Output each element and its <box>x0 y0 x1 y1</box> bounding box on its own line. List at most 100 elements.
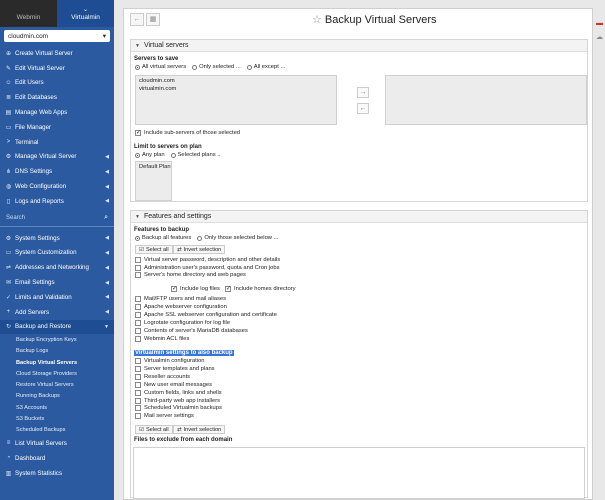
server-option[interactable]: cloudmin.com <box>136 78 336 86</box>
feature-checkbox[interactable]: Server templates and plans <box>135 365 215 372</box>
sidebar-item-list-virtual-servers[interactable]: ≡ List Virtual Servers <box>0 436 114 451</box>
feature-checkbox[interactable]: Virtual server password, description and… <box>135 257 280 263</box>
plus-circle-icon: ⊕ <box>5 50 12 57</box>
include-subservers-checkbox[interactable]: Include sub-servers of those selected <box>135 129 240 136</box>
server-option[interactable]: virtualmin.com <box>136 86 336 94</box>
sidebar-item-dashboard[interactable]: ◔ Dashboard <box>0 451 114 466</box>
feature-checkbox[interactable]: Mail server settings <box>135 413 194 420</box>
invert-settings-button[interactable]: ⇄ Invert selection <box>173 425 226 434</box>
sidebar-item-add-servers[interactable]: + Add Servers ◀ <box>0 305 114 320</box>
sidebar-item-manage-virtual-server[interactable]: ⚙ Manage Virtual Server ◀ <box>0 150 114 165</box>
feature-checkbox[interactable]: Virtualmin configuration <box>135 358 204 364</box>
arrow-left-icon: ← <box>133 16 141 23</box>
globe-icon: ◍ <box>5 184 12 191</box>
sidebar-item-limits-and-validation[interactable]: ✓ Limits and Validation ◀ <box>0 290 114 305</box>
feature-checkbox[interactable]: Reseller accounts <box>135 373 190 380</box>
radio-all-servers[interactable] <box>135 64 140 70</box>
sidebar-subitem-scheduled-backups[interactable]: Scheduled Backups <box>0 425 114 436</box>
cloud-icon[interactable]: ☁ <box>594 32 605 43</box>
radio-selected-features[interactable] <box>197 235 203 241</box>
move-right-button[interactable]: → <box>357 87 369 98</box>
feature-checkbox[interactable]: Custom fields, links and shells <box>135 389 222 396</box>
sidebar-subitem-backup-encryption-keys[interactable]: Backup Encryption Keys <box>0 334 114 345</box>
sidebar-subitem-backup-virtual-servers[interactable]: Backup Virtual Servers <box>0 357 114 368</box>
chevron-left-icon: ◀ <box>105 183 109 190</box>
grid-button[interactable]: ▦ <box>146 13 160 26</box>
sidebar-item-addresses-and-networking[interactable]: ⇌ Addresses and Networking ◀ <box>0 260 114 275</box>
features-to-backup-label: Features to backup <box>134 227 190 233</box>
chevron-left-icon: ◀ <box>105 235 109 242</box>
features-panel: ▼ Features and settings Features to back… <box>130 210 588 499</box>
flag-icon[interactable]: ▬ <box>594 18 605 29</box>
chart-icon: ▥ <box>5 470 12 477</box>
tab-webmin[interactable]: Webmin <box>0 0 57 27</box>
select-all-button[interactable]: ☑ Select all <box>135 245 173 254</box>
sidebar-item-system-customization[interactable]: ▭ System Customization ◀ <box>0 246 114 261</box>
include-homes-checkbox[interactable]: Include homes directory <box>225 285 296 292</box>
radio-any-plan[interactable] <box>135 152 140 158</box>
sidebar-item-terminal[interactable]: > Terminal <box>0 135 114 150</box>
feature-checkbox[interactable]: Mail/FTP users and mail aliases <box>135 296 226 302</box>
sidebar-item-file-manager[interactable]: ▭ File Manager <box>0 120 114 135</box>
tab-virtualmin[interactable]: ⌄ Virtualmin <box>57 0 114 27</box>
sidebar-item-manage-web-apps[interactable]: ▤ Manage Web Apps <box>0 105 114 120</box>
star-icon[interactable]: ☆ <box>312 14 322 26</box>
feature-checkbox[interactable]: Webmin ACL files <box>135 336 189 342</box>
feature-checkbox[interactable]: New user email messages <box>135 381 212 388</box>
sidebar-search[interactable]: Search ⌕ <box>0 211 114 227</box>
webmin-logo-icon <box>28 7 30 14</box>
gear-icon: ⚙ <box>5 154 12 161</box>
sidebar-subitem-cloud-storage-providers[interactable]: Cloud Storage Providers <box>0 368 114 379</box>
feature-checkbox[interactable]: Apache webserver configuration <box>135 304 227 310</box>
list-icon: ≡ <box>6 440 11 447</box>
check-square-icon: ☑ <box>139 426 144 433</box>
sidebar-item-email-settings[interactable]: ✉ Email Settings ◀ <box>0 275 114 290</box>
move-left-button[interactable]: ← <box>357 103 369 114</box>
chevron-left-icon: ◀ <box>105 198 109 205</box>
sidebar-item-dns-settings[interactable]: ⋔ DNS Settings ◀ <box>0 164 114 179</box>
sidebar-subitem-s3-accounts[interactable]: S3 Accounts <box>0 402 114 413</box>
features-header[interactable]: ▼ Features and settings <box>131 211 587 223</box>
sidebar-item-system-settings[interactable]: ⚙ System Settings ◀ <box>0 231 114 246</box>
sidebar-subitem-restore-virtual-servers[interactable]: Restore Virtual Servers <box>0 380 114 391</box>
sidebar-item-logs-and-reports[interactable]: ▯ Logs and Reports ◀ <box>0 194 114 209</box>
chevron-down-icon: ▼ <box>104 323 109 330</box>
sidebar-subitem-running-backups[interactable]: Running Backups <box>0 391 114 402</box>
chevron-left-icon: ◀ <box>105 249 109 256</box>
select-all-settings-button[interactable]: ☑ Select all <box>135 425 173 434</box>
sidebar-item-edit-virtual-server[interactable]: ✎ Edit Virtual Server <box>0 61 114 76</box>
radio-all-except[interactable] <box>246 64 252 70</box>
back-button[interactable]: ← <box>130 13 144 26</box>
radio-only-selected[interactable] <box>192 64 198 70</box>
sidebar-item-edit-users[interactable]: ☺ Edit Users <box>0 76 114 91</box>
plan-list[interactable]: Default Plan <box>135 161 172 201</box>
feature-checkbox[interactable]: Contents of server's MariaDB databases <box>135 328 248 334</box>
server-list[interactable]: cloudmin.com virtualmin.com <box>135 75 337 125</box>
feature-checkbox[interactable]: Logrotate configuration for log file <box>135 320 230 326</box>
feature-checkbox[interactable]: Scheduled Virtualmin backups <box>135 405 222 412</box>
sidebar-subitem-s3-buckets[interactable]: S3 Buckets <box>0 413 114 424</box>
sidebar-item-create-virtual-server[interactable]: ⊕ Create Virtual Server <box>0 46 114 61</box>
caret-down-icon: ▾ <box>102 33 106 40</box>
virtual-servers-header[interactable]: ▼ Virtual servers <box>131 40 587 52</box>
feature-checkbox[interactable]: Apache SSL webserver configuration and c… <box>135 312 277 318</box>
invert-icon: ⇄ <box>177 426 182 433</box>
radio-all-features[interactable] <box>135 235 140 241</box>
caret-down-icon: ▼ <box>135 42 140 49</box>
exclude-files-textarea[interactable] <box>133 447 585 499</box>
server-select[interactable]: cloudmin.com ▾ <box>4 30 110 42</box>
invert-selection-button[interactable]: ⇄ Invert selection <box>173 245 226 254</box>
sidebar-item-backup-and-restore[interactable]: ↻ Backup and Restore ▼ <box>0 319 114 335</box>
selected-server-list[interactable] <box>385 75 587 125</box>
include-log-files-checkbox[interactable]: Include log files <box>171 285 220 292</box>
sidebar-subitem-backup-logs[interactable]: Backup Logs <box>0 346 114 357</box>
sidebar-item-edit-databases[interactable]: ≣ Edit Databases <box>0 90 114 105</box>
feature-checkbox[interactable]: Third-party web app installers <box>135 397 220 404</box>
radio-selected-plans[interactable] <box>170 152 176 158</box>
plan-option[interactable]: Default Plan <box>136 164 171 172</box>
feature-checkbox[interactable]: Administration user's password, quota an… <box>135 264 279 271</box>
chevron-left-icon: ◀ <box>105 279 109 286</box>
sidebar-item-system-statistics[interactable]: ▥ System Statistics <box>0 466 114 481</box>
feature-checkbox[interactable]: Server's home directory and web pages <box>135 272 246 279</box>
sidebar-item-web-configuration[interactable]: ◍ Web Configuration ◀ <box>0 179 114 194</box>
